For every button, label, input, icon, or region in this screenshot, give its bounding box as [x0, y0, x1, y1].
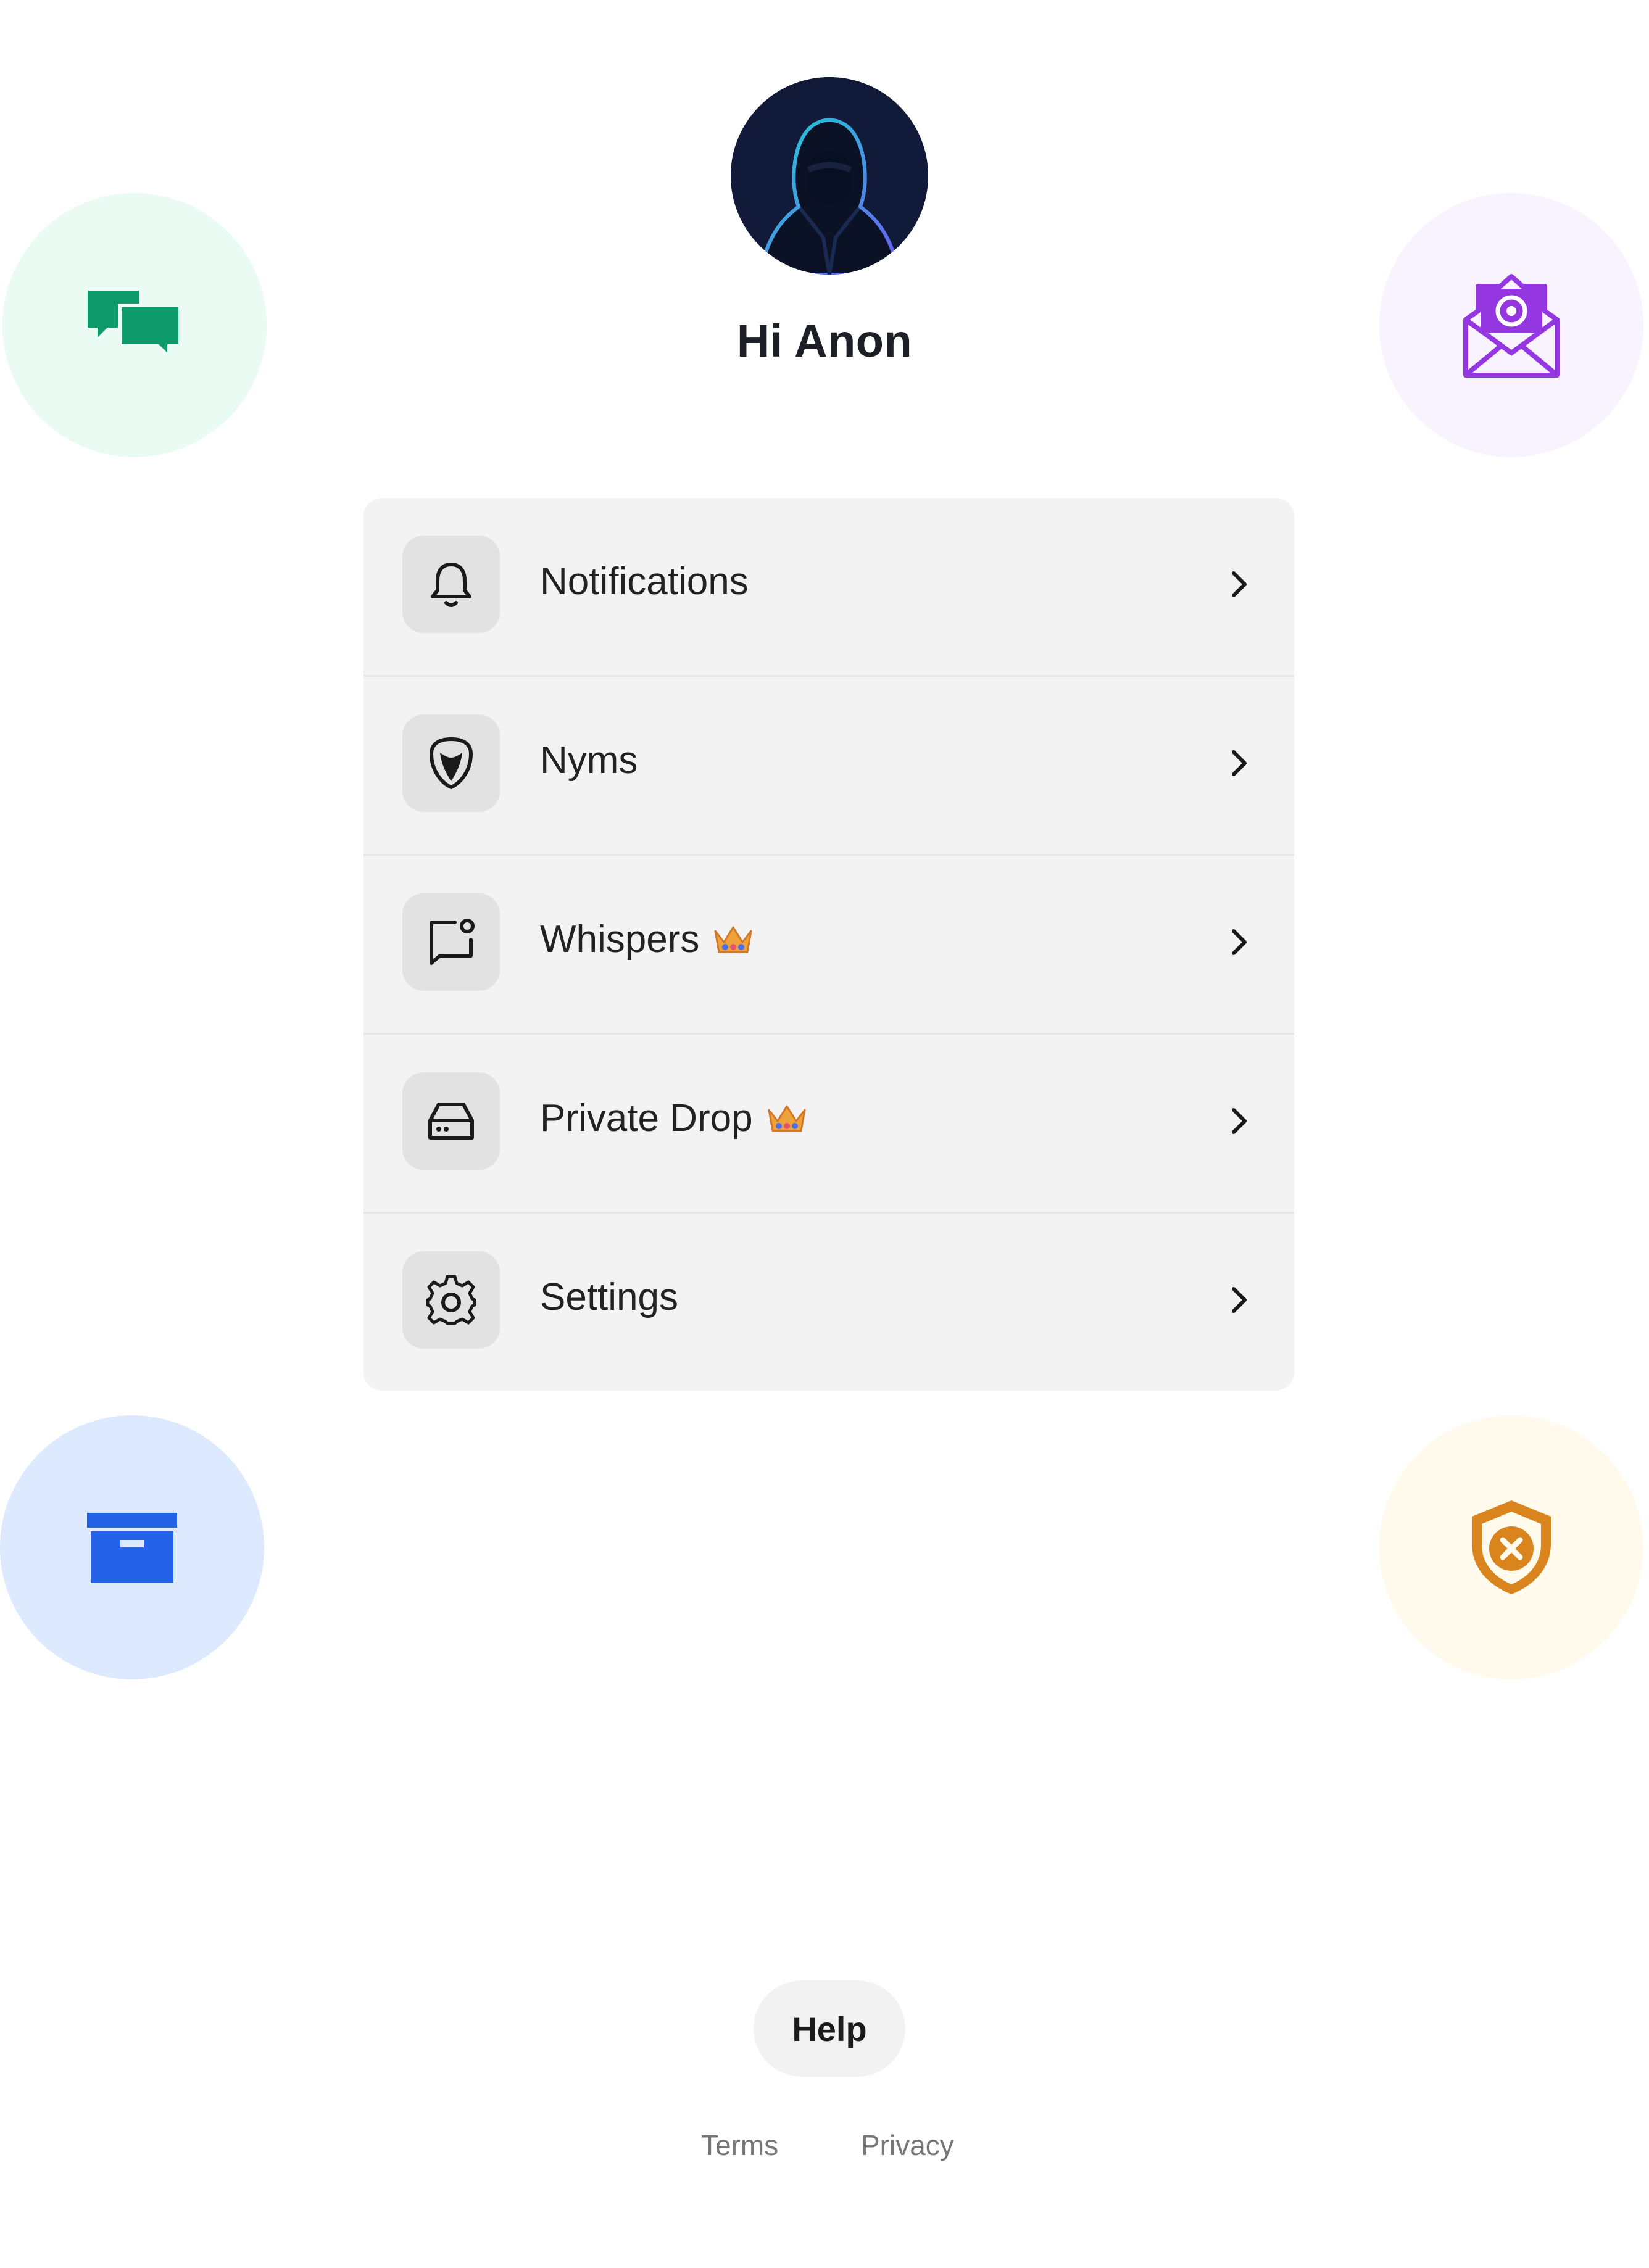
privacy-link[interactable]: Privacy [861, 2129, 954, 2162]
menu-item-label: Private Drop [540, 1096, 807, 1140]
shield-decor [1379, 1415, 1643, 1679]
menu-item-whispers[interactable]: Whispers [363, 856, 1294, 1035]
message-dot-icon [430, 919, 475, 965]
premium-crown-icon [768, 1105, 806, 1132]
chevron-right-icon [1232, 750, 1247, 776]
gear-icon [426, 1275, 476, 1325]
menu-item-label: Notifications [540, 560, 749, 603]
hooded-anonymous-avatar-icon [731, 77, 928, 275]
private-drop-icon-box [402, 1072, 500, 1170]
menu-item-label: Nyms [540, 739, 638, 782]
greeting-title: Hi Anon [736, 315, 913, 366]
menu-item-private-drop[interactable]: Private Drop [363, 1035, 1294, 1214]
premium-crown-icon [714, 926, 752, 953]
archive-box-icon [87, 1513, 177, 1583]
menu-item-label: Whispers [540, 917, 754, 961]
chevron-right-icon [1232, 929, 1247, 955]
nyms-icon-box [402, 714, 500, 812]
chevron-right-icon [1232, 571, 1247, 597]
shield-x-icon [1472, 1500, 1551, 1594]
drive-icon [428, 1103, 474, 1140]
menu-item-nyms[interactable]: Nyms [363, 677, 1294, 856]
settings-icon-box [402, 1251, 500, 1349]
terms-link[interactable]: Terms [701, 2129, 778, 2162]
mask-shield-icon [429, 737, 473, 790]
whispers-icon-box [402, 893, 500, 991]
menu-item-notifications[interactable]: Notifications [363, 498, 1294, 677]
menu-item-settings[interactable]: Settings [363, 1214, 1294, 1391]
menu-item-label: Settings [540, 1276, 679, 1318]
chevron-right-icon [1232, 1287, 1247, 1313]
help-button[interactable]: Help [754, 1980, 905, 2077]
bell-icon [431, 563, 471, 607]
account-menu: Notifications Nyms Whispers Private Drop… [363, 498, 1294, 1391]
avatar[interactable] [731, 77, 928, 275]
chevron-right-icon [1232, 1108, 1247, 1134]
notifications-icon-box [402, 536, 500, 633]
archive-decor [0, 1415, 264, 1679]
